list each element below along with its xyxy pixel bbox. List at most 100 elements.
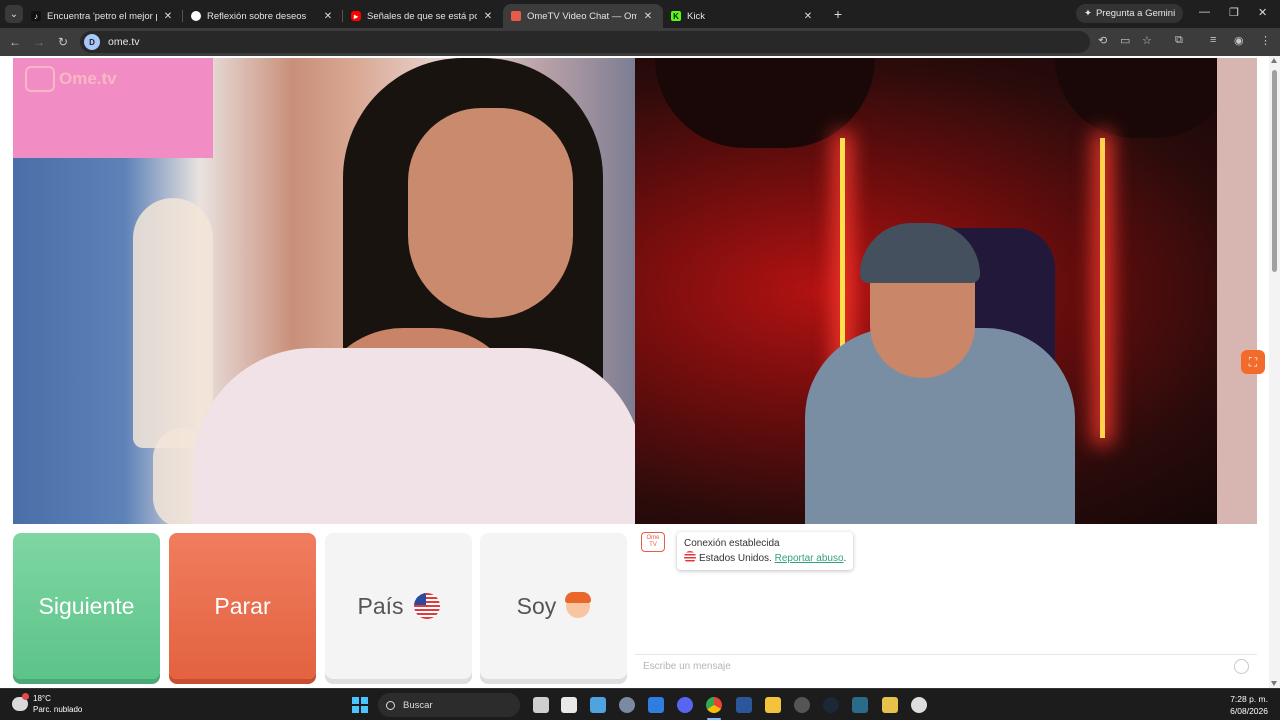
widgets-icon[interactable] xyxy=(561,697,577,713)
search-label: Buscar xyxy=(403,699,433,711)
tab-youtube[interactable]: ▸ Señales de que se está ponienc ✕ xyxy=(343,4,503,28)
profile-avatar[interactable]: ◉ xyxy=(1234,34,1244,47)
word-icon[interactable] xyxy=(736,697,752,713)
country-button[interactable]: País xyxy=(325,533,472,679)
tab-title: Reflexión sobre deseos xyxy=(207,10,307,22)
partner-video: Ome.tv xyxy=(13,58,635,524)
tab-ometv[interactable]: OmeTV Video Chat — Ome ✕ xyxy=(503,4,663,28)
system-message: Ome TV Conexión establecida Estados Unid… xyxy=(641,532,854,570)
tab-search-button[interactable]: ⌄ xyxy=(5,5,23,23)
reload-icon[interactable]: ↻ xyxy=(51,35,75,49)
openai-icon xyxy=(191,11,201,21)
close-icon[interactable]: ✕ xyxy=(161,11,175,22)
windows-logo-tile xyxy=(352,706,359,713)
emoji-icon[interactable] xyxy=(1234,659,1249,674)
chrome-icon[interactable] xyxy=(706,697,722,713)
start-button[interactable] xyxy=(352,697,368,713)
window-close-icon[interactable]: ✕ xyxy=(1258,6,1267,19)
clock-time: 7:28 p. m. xyxy=(1230,694,1268,704)
tab-chatgpt[interactable]: Reflexión sobre deseos ✕ xyxy=(183,4,343,28)
gender-button[interactable]: Soy xyxy=(480,533,627,679)
task-view-icon[interactable] xyxy=(533,697,549,713)
cast-icon[interactable]: ▭ xyxy=(1120,34,1130,47)
tiktok-icon: ♪ xyxy=(31,11,41,21)
gender-button-label: Soy xyxy=(516,592,557,619)
defender-shield-icon[interactable] xyxy=(648,697,664,713)
windows-logo-tile xyxy=(361,706,368,713)
site-badge-letter: D xyxy=(89,37,95,47)
reading-list-icon[interactable]: ≡ xyxy=(1210,34,1216,46)
us-flag-icon xyxy=(413,593,440,619)
tab-title: Señales de que se está ponienc xyxy=(367,10,477,22)
youtube-icon: ▸ xyxy=(351,11,361,21)
ometv-logo: Ome.tv xyxy=(25,66,117,92)
close-icon[interactable]: ✕ xyxy=(321,11,335,22)
maximize-icon[interactable]: ❐ xyxy=(1229,6,1239,19)
search-icon xyxy=(386,700,395,710)
close-icon[interactable]: ✕ xyxy=(641,11,655,22)
file-explorer-icon[interactable] xyxy=(765,697,781,713)
message-input[interactable]: Escribe un mensaje xyxy=(635,654,1257,678)
scrollbar-thumb[interactable] xyxy=(1272,70,1277,272)
extensions-icon[interactable]: ⧉ xyxy=(1175,34,1183,47)
site-info-icon[interactable]: D xyxy=(84,34,100,50)
ometv-logo-icon xyxy=(25,66,55,92)
obs-icon[interactable] xyxy=(794,697,810,713)
next-button-label: Siguiente xyxy=(38,592,135,619)
partner-location: Estados Unidos. Reportar abuso. xyxy=(684,551,846,566)
bookmark-star-icon[interactable]: ☆ xyxy=(1142,34,1152,47)
led-light-shape xyxy=(1100,138,1105,438)
self-video xyxy=(635,58,1257,524)
tab-title: Encuentra 'petro el mejor presi xyxy=(47,10,157,22)
stop-button-label: Parar xyxy=(214,592,271,619)
clock-date: 6/08/2026 xyxy=(1230,706,1268,716)
settings-gear-icon[interactable] xyxy=(619,697,635,713)
weather-widget[interactable]: 18°C Parc. nublado xyxy=(12,693,82,715)
video-background-shape xyxy=(1055,58,1235,138)
scroll-down-icon[interactable] xyxy=(1271,681,1277,686)
kick-icon: K xyxy=(671,11,681,21)
close-icon[interactable]: ✕ xyxy=(481,11,495,22)
tab-tiktok[interactable]: ♪ Encuentra 'petro el mejor presi ✕ xyxy=(23,4,183,28)
system-clock[interactable]: 7:28 p. m. 6/08/2026 xyxy=(1230,693,1268,717)
taskbar-search[interactable]: Buscar xyxy=(378,693,520,717)
ask-gemini-button[interactable]: ✦ Pregunta a Gemini xyxy=(1076,4,1184,23)
screenshot-icon[interactable]: ⛶ xyxy=(1241,350,1265,374)
menu-icon[interactable]: ⋮ xyxy=(1260,34,1271,47)
media-player-icon[interactable] xyxy=(911,697,927,713)
minimize-icon[interactable]: — xyxy=(1199,6,1210,18)
app-icon[interactable] xyxy=(852,697,868,713)
new-tab-button[interactable]: + xyxy=(829,6,847,22)
ometv-logo-text: Ome.tv xyxy=(59,69,117,88)
message-placeholder: Escribe un mensaje xyxy=(643,661,731,672)
tab-title: OmeTV Video Chat — Ome xyxy=(527,10,637,22)
boy-emoji-icon xyxy=(565,592,592,618)
gemini-icon: ✦ xyxy=(1084,8,1092,19)
stop-button[interactable]: Parar xyxy=(169,533,316,679)
video-background-shape xyxy=(655,58,875,148)
notes-icon[interactable] xyxy=(882,697,898,713)
back-icon[interactable]: ← xyxy=(3,35,27,49)
connection-status: Conexión establecida xyxy=(684,538,780,549)
ometv-page: Ome.tv ⛶ Siguiente Parar País Soy Ome TV… xyxy=(0,56,1280,688)
tab-strip: ⌄ ♪ Encuentra 'petro el mejor presi ✕ Re… xyxy=(0,0,1280,28)
page-scrollbar[interactable] xyxy=(1269,56,1280,688)
browser-toolbar: ← → ↻ D ome.tv ⟲ ▭ ☆ ⧉ ≡ ◉ ⋮ xyxy=(0,28,1280,56)
next-button[interactable]: Siguiente xyxy=(13,533,160,679)
translate-icon[interactable]: ⟲ xyxy=(1098,34,1107,47)
report-abuse-link[interactable]: Reportar abuso xyxy=(775,553,844,564)
url-text[interactable]: ome.tv xyxy=(108,36,140,48)
scroll-up-icon[interactable] xyxy=(1271,58,1277,63)
store-icon[interactable] xyxy=(590,697,606,713)
discord-icon[interactable] xyxy=(677,697,693,713)
steam-icon[interactable] xyxy=(823,697,839,713)
forward-icon[interactable]: → xyxy=(27,35,51,49)
video-background-shape xyxy=(1217,58,1257,524)
tab-kick[interactable]: K Kick ✕ xyxy=(663,4,823,28)
report-suffix: . xyxy=(843,553,847,564)
ometv-avatar: Ome TV xyxy=(641,532,665,552)
windows-taskbar: 18°C Parc. nublado Buscar 7:28 p. m. 6/0… xyxy=(0,688,1280,720)
address-bar[interactable]: D ome.tv xyxy=(80,31,1090,53)
windows-logo-tile xyxy=(352,697,359,704)
close-icon[interactable]: ✕ xyxy=(801,11,815,22)
